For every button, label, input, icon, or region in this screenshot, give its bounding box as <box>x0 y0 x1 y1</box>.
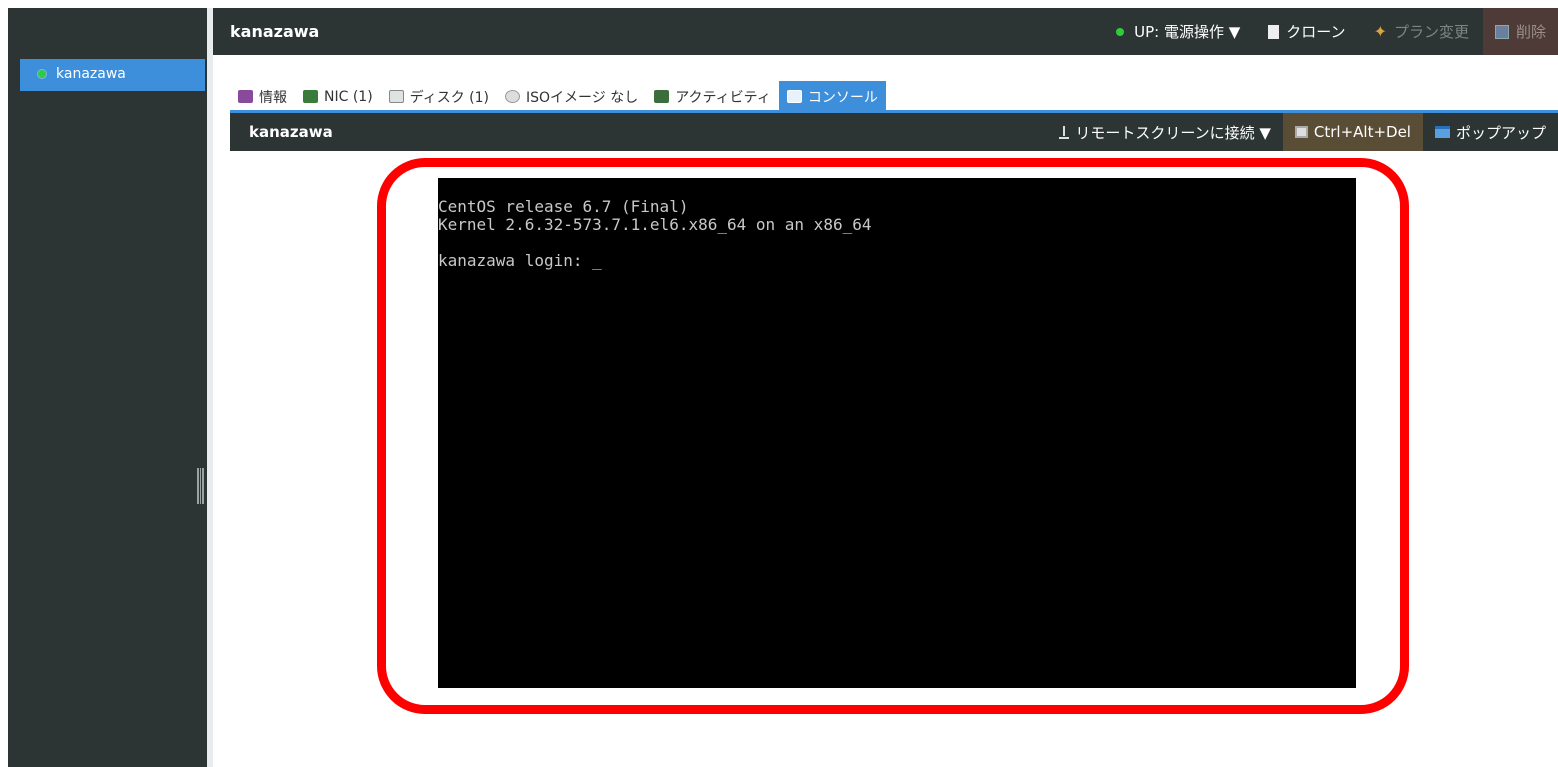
tab-label: 情報 <box>259 89 287 106</box>
tab-info[interactable]: 情報 <box>230 81 295 112</box>
info-icon <box>238 90 253 103</box>
cd-icon <box>504 90 520 103</box>
delete-label: 削除 <box>1515 23 1546 41</box>
server-header: kanazawa UP: 電源操作 ▼ クローン ✦ プラン変更 削除 <box>213 8 1558 55</box>
joystick-icon <box>1059 125 1070 139</box>
plan-change-button[interactable]: ✦ プラン変更 <box>1360 8 1483 55</box>
console-line: kanazawa login: _ <box>438 251 602 270</box>
ctrl-alt-del-button[interactable]: Ctrl+Alt+Del <box>1282 113 1423 151</box>
console-title: kanazawa <box>249 123 333 141</box>
sidebar-item-kanazawa[interactable]: kanazawa <box>20 59 205 91</box>
remote-screen-button[interactable]: リモートスクリーンに接続 ▼ <box>1047 113 1283 151</box>
activity-monitor-icon <box>654 90 670 103</box>
power-status-label: UP: 電源操作 ▼ <box>1134 23 1241 41</box>
tab-label: ディスク (1) <box>409 89 489 106</box>
splitter[interactable] <box>207 8 213 767</box>
power-menu-button[interactable]: UP: 電源操作 ▼ <box>1102 8 1254 55</box>
tab-label: コンソール <box>807 89 878 106</box>
tab-console[interactable]: コンソール <box>778 81 886 112</box>
splitter-grip-icon[interactable] <box>197 468 204 504</box>
sidebar-item-label: kanazawa <box>56 66 126 82</box>
popup-button[interactable]: ポップアップ <box>1423 113 1558 151</box>
console-line: CentOS release 6.7 (Final) <box>438 197 689 216</box>
outer-margin <box>0 0 8 767</box>
popup-label: ポップアップ <box>1455 123 1546 142</box>
tab-bar: 情報 NIC (1) ディスク (1) ISOイメージ なし アクティビティ コ… <box>230 79 886 112</box>
delete-button[interactable]: 削除 <box>1482 8 1558 55</box>
console-actions: リモートスクリーンに接続 ▼ Ctrl+Alt+Del ポップアップ <box>1047 113 1558 151</box>
remote-screen-label: リモートスクリーンに接続 ▼ <box>1075 123 1271 142</box>
tab-iso[interactable]: ISOイメージ なし <box>497 81 646 112</box>
signpost-icon: ✦ <box>1373 22 1387 41</box>
console-screen[interactable]: CentOS release 6.7 (Final) Kernel 2.6.32… <box>438 178 1356 688</box>
tab-disk[interactable]: ディスク (1) <box>381 81 497 112</box>
clone-icon <box>1265 21 1280 39</box>
plan-change-label: プラン変更 <box>1393 23 1469 41</box>
server-title: kanazawa <box>230 22 320 41</box>
tab-label: アクティビティ <box>675 89 771 106</box>
tab-label: NIC (1) <box>324 88 373 105</box>
clone-label: クローン <box>1286 23 1346 41</box>
disk-icon <box>388 90 404 103</box>
power-status-icon <box>1116 27 1125 36</box>
header-actions: UP: 電源操作 ▼ クローン ✦ プラン変更 削除 <box>1102 8 1558 55</box>
console-line: Kernel 2.6.32-573.7.1.el6.x86_64 on an x… <box>438 215 872 234</box>
nic-icon <box>303 90 318 103</box>
tab-label: ISOイメージ なし <box>525 89 639 106</box>
tab-nic[interactable]: NIC (1) <box>295 81 381 112</box>
ctrl-alt-del-label: Ctrl+Alt+Del <box>1313 123 1411 141</box>
monitor-icon <box>786 90 802 103</box>
sidebar <box>8 8 207 767</box>
popup-window-icon <box>1434 126 1450 138</box>
delete-icon <box>1494 24 1509 39</box>
console-toolbar: kanazawa リモートスクリーンに接続 ▼ Ctrl+Alt+Del ポップ… <box>230 113 1558 151</box>
keyboard-icon <box>1294 126 1308 138</box>
status-dot-icon <box>38 70 46 78</box>
clone-button[interactable]: クローン <box>1254 8 1359 55</box>
tab-activity[interactable]: アクティビティ <box>646 81 779 112</box>
